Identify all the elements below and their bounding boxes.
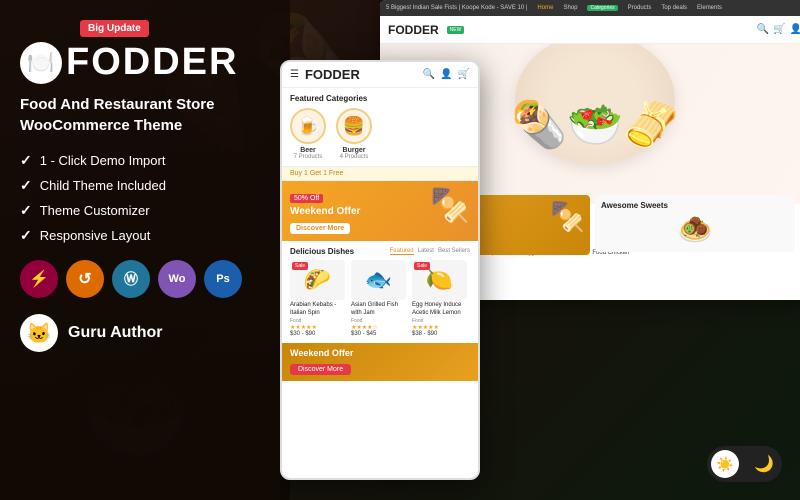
feature-item-3: ✓Theme Customizer [20,202,270,219]
guru-row: 🐱 Guru Author [20,314,270,352]
subtitle: Food And Restaurant Store WooCommerce Th… [20,94,270,136]
toggle-circle: ☀️ [711,450,739,478]
desktop-nav: FODDER NEW 🔍 🛒 👤 [380,16,800,44]
photoshop-badge: Ps [204,260,242,298]
mobile-beer-icon: 🍺 [290,108,326,144]
mobile-offer-banner: 50% Off Weekend Offer Discover More 🍢 [282,181,478,241]
weekend-food-icon: 🍢 [550,200,585,233]
mobile-delicious: Delicious Dishes Featured Latest Best Se… [282,241,478,343]
product-2-img: 🐟 [351,260,406,300]
feature-item-2: ✓Child Theme Included [20,177,270,194]
logo-area: 🍽️ FODDER [20,41,270,84]
product-1[interactable]: 🌮 Sale Arabian Kebabs - Italian Spin Foo… [290,260,345,337]
guru-label: Guru Author [68,324,163,342]
desktop-logo: FODDER [388,23,439,37]
mobile-user-icon[interactable]: 👤 [440,69,452,80]
big-update-badge: Big Update [20,18,270,41]
feature-list: ✓1 - Click Demo Import ✓Child Theme Incl… [20,152,270,244]
dark-mode-toggle[interactable]: ☀️ 🌙 [707,446,782,482]
feature-item-4: ✓Responsive Layout [20,227,270,244]
sweets-food-icon: 🧆 [601,213,789,246]
cart-nav-icon: 🛒 [773,24,785,35]
mobile-cat-beer[interactable]: 🍺 Beer 7 Products [290,108,326,160]
desktop-nav-icons: 🔍 🛒 👤 [757,24,800,35]
delicious-products: 🌮 Sale Arabian Kebabs - Italian Spin Foo… [290,260,470,337]
mobile-weekend-title: Weekend Offer [290,348,470,358]
mobile-cat-title: Featured Categories [290,94,470,103]
mobile-mockup: ☰ FODDER 🔍 👤 🛒 Featured Categories 🍺 Bee… [280,60,480,480]
delicious-header: Delicious Dishes Featured Latest Best Se… [290,247,470,256]
woocommerce-badge: Wo [158,260,196,298]
mobile-search-icon[interactable]: 🔍 [423,69,435,80]
check-icon-3: ✓ [20,202,32,219]
product-1-img: 🌮 Sale [290,260,345,300]
check-icon-4: ✓ [20,227,32,244]
mobile-offer-food: 🍢 [430,186,470,224]
plugin-icons-row: ⚡ ↺ Ⓦ Wo Ps [20,260,270,298]
product-2[interactable]: 🐟 Asian Grilled Fish with Jam Food ★★★★☆… [351,260,406,337]
subtitle-line2: WooCommerce Theme [20,115,270,136]
announce-bar: 5 Biggest Indian Sale Fists | Koope Kode… [380,0,800,16]
search-nav-icon: 🔍 [757,24,769,35]
mobile-burger-icon: 🍔 [336,108,372,144]
badge-label: Big Update [80,20,149,37]
wordpress-badge: Ⓦ [112,260,150,298]
check-icon-1: ✓ [20,152,32,169]
mobile-nav-icons: 🔍 👤 🛒 [423,69,470,80]
tab-latest[interactable]: Latest [418,248,434,255]
delicious-title: Delicious Dishes [290,247,354,256]
guru-icon: 🐱 [20,314,58,352]
mobile-weekend-bottom: Weekend Offer Discover More [282,343,478,381]
logo-icon: 🍽️ [20,42,62,84]
mobile-offer-badge: 50% Off [290,194,323,203]
desktop-awesome-sweets: Awesome Sweets 🧆 [595,195,795,252]
tab-featured[interactable]: Featured [390,248,414,255]
sun-icon: ☀️ [716,456,733,473]
delicious-tabs: Featured Latest Best Sellers [390,248,470,255]
moon-icon: 🌙 [754,454,774,474]
user-nav-icon: 👤 [790,24,800,35]
product-3[interactable]: 🍋 Sale Egg Honey Induce Acetic Milk Lemo… [412,260,467,337]
mobile-topbar: ☰ FODDER 🔍 👤 🛒 [282,62,478,88]
mobile-logo: FODDER [305,67,417,82]
hamburger-icon[interactable]: ☰ [290,69,299,80]
check-icon-2: ✓ [20,177,32,194]
left-panel: Big Update 🍽️ FODDER Food And Restaurant… [0,0,290,500]
subtitle-line1: Food And Restaurant Store [20,94,270,115]
elementor-badge: ⚡ [20,260,58,298]
mobile-cat-row: 🍺 Beer 7 Products 🍔 Burger 4 Products [290,108,470,160]
feature-item-1: ✓1 - Click Demo Import [20,152,270,169]
product-3-img: 🍋 Sale [412,260,467,300]
mobile-featured-categories: Featured Categories 🍺 Beer 7 Products 🍔 … [282,88,478,167]
logo-text: FODDER [66,41,238,84]
mobile-cart-icon[interactable]: 🛒 [458,69,470,80]
customizer-badge: ↺ [66,260,104,298]
buy-one-get-one-bar: Buy 1 Get 1 Free [282,167,478,181]
tab-bestsellers[interactable]: Best Sellers [438,248,470,255]
awesome-sweets-title: Awesome Sweets [601,201,789,210]
discover-btn-bottom[interactable]: Discover More [290,364,351,375]
mobile-discover-btn[interactable]: Discover More [290,223,350,234]
right-panel: 5 Biggest Indian Sale Fists | Koope Kode… [280,0,800,500]
mobile-cat-burger[interactable]: 🍔 Burger 4 Products [336,108,372,160]
